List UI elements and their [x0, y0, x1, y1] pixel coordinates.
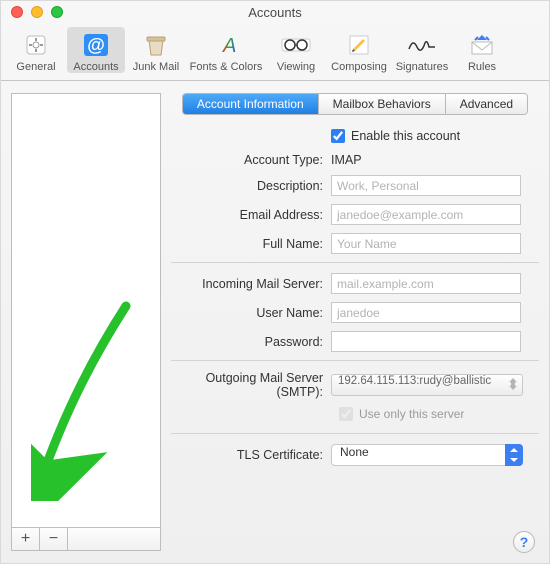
use-only-server-checkbox	[339, 407, 353, 421]
svg-text:A: A	[222, 35, 236, 57]
toolbar-general[interactable]: General	[7, 27, 65, 73]
email-label: Email Address:	[171, 208, 331, 222]
password-label: Password:	[171, 335, 331, 349]
toolbar-junk-mail[interactable]: Junk Mail	[127, 27, 185, 73]
divider	[171, 360, 539, 361]
add-account-button[interactable]: +	[12, 528, 40, 550]
remove-account-button[interactable]: −	[40, 528, 68, 550]
description-label: Description:	[171, 179, 331, 193]
toolbar-viewing[interactable]: Viewing	[267, 27, 325, 73]
tls-certificate-select[interactable]: None	[331, 444, 523, 466]
incoming-server-field[interactable]	[331, 273, 521, 294]
incoming-label: Incoming Mail Server:	[171, 277, 331, 291]
account-type-label: Account Type:	[171, 153, 331, 167]
password-field[interactable]	[331, 331, 521, 352]
fullname-field[interactable]	[331, 233, 521, 254]
accounts-list-buttons: + −	[11, 527, 161, 551]
use-only-server-label: Use only this server	[359, 407, 464, 421]
titlebar: Accounts	[1, 1, 549, 23]
glasses-icon	[280, 31, 312, 59]
window-title: Accounts	[1, 5, 549, 20]
tls-label: TLS Certificate:	[171, 448, 331, 462]
toolbar-accounts[interactable]: @ Accounts	[67, 27, 125, 73]
accounts-prefs-window: Accounts General @ Accounts Junk Mail A …	[0, 0, 550, 564]
help-button[interactable]: ?	[513, 531, 535, 553]
accounts-sidebar: + −	[11, 93, 161, 551]
email-field[interactable]	[331, 204, 521, 225]
prefs-toolbar: General @ Accounts Junk Mail A Fonts & C…	[1, 23, 549, 81]
enable-account-label: Enable this account	[351, 129, 460, 143]
smtp-label: Outgoing Mail Server (SMTP):	[171, 371, 331, 399]
divider	[171, 433, 539, 434]
accounts-list[interactable]	[11, 93, 161, 527]
trash-icon	[140, 31, 172, 59]
toolbar-composing[interactable]: Composing	[327, 27, 391, 73]
tab-mailbox-behaviors[interactable]: Mailbox Behaviors	[319, 94, 446, 114]
toolbar-fonts-colors[interactable]: A Fonts & Colors	[187, 27, 265, 73]
username-label: User Name:	[171, 306, 331, 320]
fullname-label: Full Name:	[171, 237, 331, 251]
account-type-value: IMAP	[331, 153, 362, 167]
fonts-icon: A	[210, 31, 242, 59]
divider	[171, 262, 539, 263]
toolbar-signatures[interactable]: Signatures	[393, 27, 451, 73]
account-tabs: Account Information Mailbox Behaviors Ad…	[182, 93, 528, 115]
svg-text:@: @	[87, 35, 105, 55]
tab-account-info[interactable]: Account Information	[183, 94, 319, 114]
enable-account-checkbox[interactable]	[331, 129, 345, 143]
description-field[interactable]	[331, 175, 521, 196]
gear-icon	[20, 31, 52, 59]
username-field[interactable]	[331, 302, 521, 323]
tab-advanced[interactable]: Advanced	[446, 94, 527, 114]
rules-icon	[466, 31, 498, 59]
smtp-server-select[interactable]: 192.64.115.113:rudy@ballistic	[331, 374, 523, 396]
at-icon: @	[80, 31, 112, 59]
chevron-updown-icon	[510, 448, 518, 462]
account-detail-panel: Account Information Mailbox Behaviors Ad…	[171, 93, 539, 551]
signature-icon	[406, 31, 438, 59]
compose-icon	[343, 31, 375, 59]
toolbar-rules[interactable]: Rules	[453, 27, 511, 73]
